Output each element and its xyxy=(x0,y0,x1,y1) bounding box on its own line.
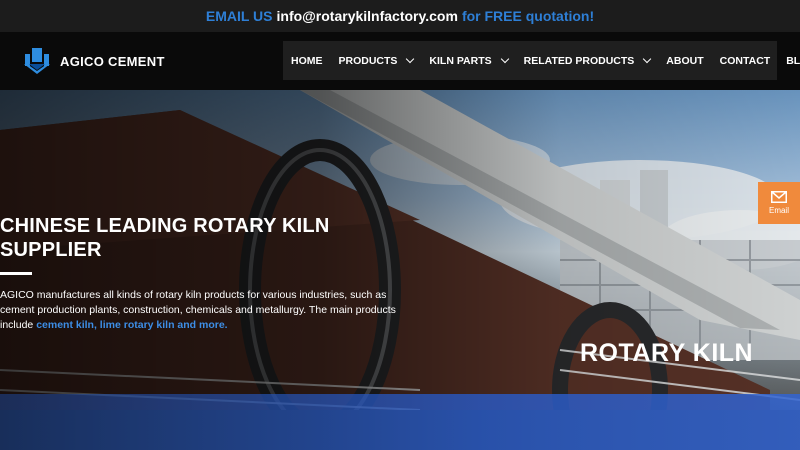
site-logo[interactable]: AGICO CEMENT xyxy=(22,46,165,76)
nav-products-label: PRODUCTS xyxy=(338,54,398,67)
nav-contact[interactable]: CONTACT xyxy=(712,55,779,67)
site-header: AGICO CEMENT HOME PRODUCTS KILN PARTS RE… xyxy=(0,32,800,90)
nav-products[interactable]: PRODUCTS xyxy=(331,54,422,67)
email-address-link[interactable]: info@rotarykilnfactory.com xyxy=(277,8,458,24)
top-email-bar: EMAIL US info@rotarykilnfactory.com for … xyxy=(0,0,800,32)
nav-related-products[interactable]: RELATED PRODUCTS xyxy=(516,54,659,67)
email-us-label: EMAIL US xyxy=(205,8,273,24)
logo-text: AGICO CEMENT xyxy=(60,53,165,69)
email-float-label: Email xyxy=(768,206,789,215)
nav-blog-label: BLOG xyxy=(786,54,800,67)
free-quotation-label: for FREE quotation! xyxy=(461,8,595,24)
rotary-kiln-section-title: ROTARY KILN xyxy=(580,339,754,367)
agico-logo-icon xyxy=(24,48,50,74)
nav-kiln-parts-label: KILN PARTS xyxy=(429,54,492,67)
chevron-down-icon xyxy=(406,54,415,63)
chevron-down-icon xyxy=(643,54,652,63)
nav-about[interactable]: ABOUT xyxy=(658,55,711,67)
nav-home-label: HOME xyxy=(291,54,323,67)
nav-contact-label: CONTACT xyxy=(719,54,771,67)
chevron-down-icon xyxy=(500,54,509,63)
nav-home[interactable]: HOME xyxy=(283,55,331,67)
hero-divider xyxy=(0,272,32,275)
nav-kiln-parts[interactable]: KILN PARTS xyxy=(421,54,515,67)
nav-about-label: ABOUT xyxy=(666,54,704,67)
hero-description: AGICO manufactures all kinds of rotary k… xyxy=(0,288,400,333)
email-float-button[interactable]: Email xyxy=(758,182,800,224)
nav-blog[interactable]: BLOG xyxy=(778,55,800,67)
main-nav: HOME PRODUCTS KILN PARTS RELATED PRODUCT… xyxy=(283,41,800,80)
hero-banner: CHINESE LEADING ROTARY KILN SUPPLIER AGI… xyxy=(0,90,800,450)
hero-products-link[interactable]: cement kiln, lime rotary kiln and more. xyxy=(36,319,227,331)
hero-title: CHINESE LEADING ROTARY KILN SUPPLIER xyxy=(0,215,330,261)
section-band xyxy=(0,394,800,450)
envelope-icon xyxy=(771,191,787,203)
nav-related-products-label: RELATED PRODUCTS xyxy=(523,54,635,67)
